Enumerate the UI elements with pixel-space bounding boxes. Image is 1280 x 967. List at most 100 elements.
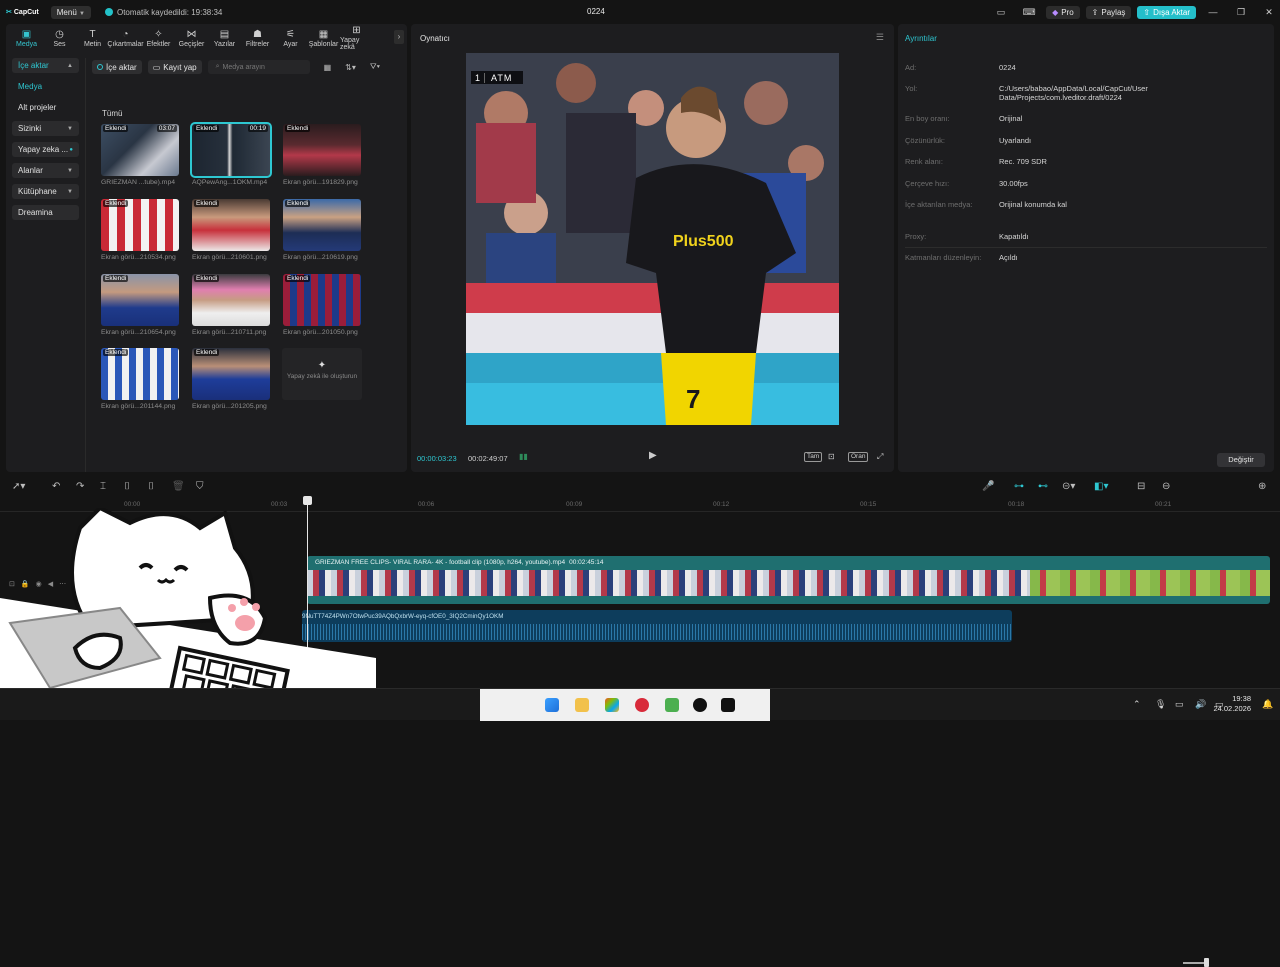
trim-right-icon[interactable]: ⌷ xyxy=(148,481,154,492)
network-icon[interactable]: ▭ xyxy=(1175,699,1184,710)
microphone-icon[interactable]: 🎙 xyxy=(1155,699,1166,710)
maximize-icon[interactable]: ❐ xyxy=(1230,7,1252,18)
media-item[interactable]: Eklendi 03:07 GRIEZMAN ...tube).mp4 xyxy=(101,124,181,186)
caption-icon[interactable]: ⊟ xyxy=(1137,481,1145,492)
media-item[interactable]: Eklendi Ekran görü...201144.png xyxy=(101,348,181,410)
tool-templates[interactable]: ▦ Şablonlar xyxy=(307,24,340,52)
media-thumbnail: Eklendi xyxy=(192,199,270,251)
windows-start-icon[interactable] xyxy=(545,698,559,712)
media-item[interactable]: Eklendi Ekran görü...210654.png xyxy=(101,274,181,336)
snap-icon[interactable]: ⊝▾ xyxy=(1062,481,1075,492)
tool-captions[interactable]: ▤ Yazılar xyxy=(208,24,241,52)
minimize-icon[interactable]: — xyxy=(1202,7,1224,17)
audio-clip[interactable]: 9NuTT74Z4PWn7OtwPuc39AQbQxbrW-eyq-cfOE0_… xyxy=(302,610,1012,642)
zoom-out-icon[interactable]: ⊖ xyxy=(1162,481,1170,492)
media-item[interactable]: Eklendi Ekran görü...210619.png xyxy=(283,199,363,261)
tool-ai[interactable]: ⊞ Yapay zekâ xyxy=(340,24,373,52)
ratio-button[interactable]: Oran xyxy=(848,452,869,462)
tool-media[interactable]: ▣ Medya xyxy=(10,24,43,52)
tool-filters[interactable]: ☗ Filtreler xyxy=(241,24,274,52)
volume-icon[interactable]: 🔊 xyxy=(1195,699,1206,710)
import-button[interactable]: İçe aktar xyxy=(92,60,142,74)
delete-icon[interactable]: 🗑 xyxy=(172,481,185,492)
media-item[interactable]: Eklendi Ekran görü...201205.png xyxy=(192,348,272,410)
sidenav-subprojects[interactable]: Alt projeler xyxy=(12,100,79,115)
sidenav-dreamina[interactable]: Dreamina xyxy=(12,205,79,220)
filter-icon[interactable]: ⛛▾ xyxy=(370,62,380,72)
close-icon[interactable]: ✕ xyxy=(1258,7,1280,18)
zoom-in-icon[interactable]: ⊕ xyxy=(1258,481,1266,492)
sidenav-ai[interactable]: Yapay zeka ... ● xyxy=(12,142,79,157)
pro-button[interactable]: ◆ Pro xyxy=(1046,5,1080,19)
tool-audio[interactable]: ◷ Ses xyxy=(43,24,76,52)
system-clock[interactable]: 19:38 24.02.2026 xyxy=(1213,694,1251,714)
shortcut-icon[interactable]: ⌨ xyxy=(1018,7,1040,18)
menu-label: Menü xyxy=(56,7,77,17)
media-item[interactable]: Eklendi Ekran görü...210711.png xyxy=(192,274,272,336)
export-button[interactable]: ⇧ Dışa Aktar xyxy=(1137,5,1196,19)
preview-axis-icon[interactable]: ◧▾ xyxy=(1094,481,1108,492)
tool-text[interactable]: T Metin xyxy=(76,24,109,52)
zoom-slider-handle[interactable] xyxy=(1204,958,1209,967)
sidenav-library[interactable]: Kütüphane ▼ xyxy=(12,184,79,199)
media-search-input[interactable]: ⌕ Medya arayın xyxy=(207,60,310,74)
share-button[interactable]: ⇪ Paylaş xyxy=(1085,5,1132,19)
ai-create-button[interactable]: ✦ Yapay zekâ ile oluşturun xyxy=(282,348,362,400)
media-item[interactable]: Eklendi 00:19 AQPewAng...1OKM.mp4 xyxy=(190,122,272,186)
minecraft-icon[interactable] xyxy=(665,698,679,712)
shield-icon[interactable]: ⛉ xyxy=(196,481,204,492)
media-name: Ekran görü...210601.png xyxy=(192,254,267,261)
added-badge: Eklendi xyxy=(103,349,129,356)
media-item[interactable]: Eklendi Ekran görü...201050.png xyxy=(283,274,363,336)
sidenav-media[interactable]: Medya xyxy=(12,79,79,94)
media-item[interactable]: Eklendi Ekran görü...210534.png xyxy=(101,199,181,261)
video-preview[interactable]: Plus500 7 1 ATM xyxy=(466,53,839,425)
magnet-icon[interactable]: ⊶ xyxy=(1014,481,1024,492)
sidenav-spaces[interactable]: Alanlar ▼ xyxy=(12,163,79,178)
tick-label: 00:06 xyxy=(418,501,435,508)
video-clip-duration: 00:02:45:14 xyxy=(569,559,604,566)
undo-icon[interactable]: ↶ xyxy=(52,481,60,492)
record-button[interactable]: ▭ Kayıt yap xyxy=(147,60,202,74)
menu-button[interactable]: Menü ▼ xyxy=(50,5,91,19)
detail-row: Yol: C:/Users/babao/AppData/Local/CapCut/… xyxy=(905,84,1265,102)
video-clip[interactable]: GRIEZMAN FREE CLIPS- VIRAL RARA- 4K - fo… xyxy=(307,556,1270,604)
tool-stickers[interactable]: ◔ Çıkartmalar xyxy=(107,24,143,52)
file-explorer-icon[interactable] xyxy=(575,698,589,712)
chevron-up-icon[interactable]: ⌃ xyxy=(1133,699,1141,710)
chevron-right-icon[interactable]: › xyxy=(394,30,404,44)
store-icon[interactable] xyxy=(605,698,619,712)
redo-icon[interactable]: ↷ xyxy=(76,481,84,492)
grid-view-icon[interactable]: ▦ xyxy=(324,63,332,72)
sort-icon[interactable]: ⇅▾ xyxy=(345,63,356,72)
media-thumbnail: Eklendi xyxy=(192,274,270,326)
opera-icon[interactable] xyxy=(635,698,649,712)
sidenav-import[interactable]: İçe aktar ▲ xyxy=(12,58,79,73)
link-icon[interactable]: ⊷ xyxy=(1038,481,1048,492)
microphone-icon[interactable]: 🎤 xyxy=(982,481,994,492)
select-tool-icon[interactable]: ➚▾ xyxy=(12,481,25,492)
share-icon: ⇪ xyxy=(1091,7,1099,17)
media-item[interactable]: Eklendi Ekran görü...210601.png xyxy=(192,199,272,261)
hamburger-icon[interactable]: ☰ xyxy=(876,32,884,43)
details-title: Ayrıntılar xyxy=(905,34,937,43)
trim-left-icon[interactable]: ⌷ xyxy=(124,481,130,492)
steam-icon[interactable] xyxy=(693,698,707,712)
notification-icon[interactable]: 🔔 xyxy=(1262,699,1273,710)
sidenav-yours[interactable]: Sizinki ▼ xyxy=(12,121,79,136)
change-button[interactable]: Değiştir xyxy=(1217,453,1265,467)
tool-transitions[interactable]: ⋈ Geçişler xyxy=(175,24,208,52)
media-item[interactable]: Eklendi Ekran görü...191829.png xyxy=(283,124,363,186)
fullscreen-icon[interactable]: ⤢ xyxy=(877,452,883,462)
layout-icon[interactable]: ▭ xyxy=(990,7,1012,18)
added-badge: Eklendi xyxy=(194,200,220,207)
snapshot-icon[interactable]: ⊡ xyxy=(828,452,835,461)
split-icon[interactable]: ⌶ xyxy=(100,481,106,492)
timeline-toolbar: ➚▾ ↶ ↷ ⌶ ⌷ ⌷ 🗑 ⛉ 🎤 ⊶ ⊷ ⊝▾ ◧▾ ⊟ ⊖ ⊕ xyxy=(0,476,1280,967)
full-quality-button[interactable]: Tam xyxy=(804,452,823,462)
play-icon[interactable]: ▶ xyxy=(649,450,657,461)
tool-effects[interactable]: ✧ Efektler xyxy=(142,24,175,52)
tool-adjust[interactable]: ⚟ Ayar xyxy=(274,24,307,52)
capcut-taskbar-icon[interactable] xyxy=(721,698,735,712)
tool-label: Şablonlar xyxy=(308,40,339,48)
